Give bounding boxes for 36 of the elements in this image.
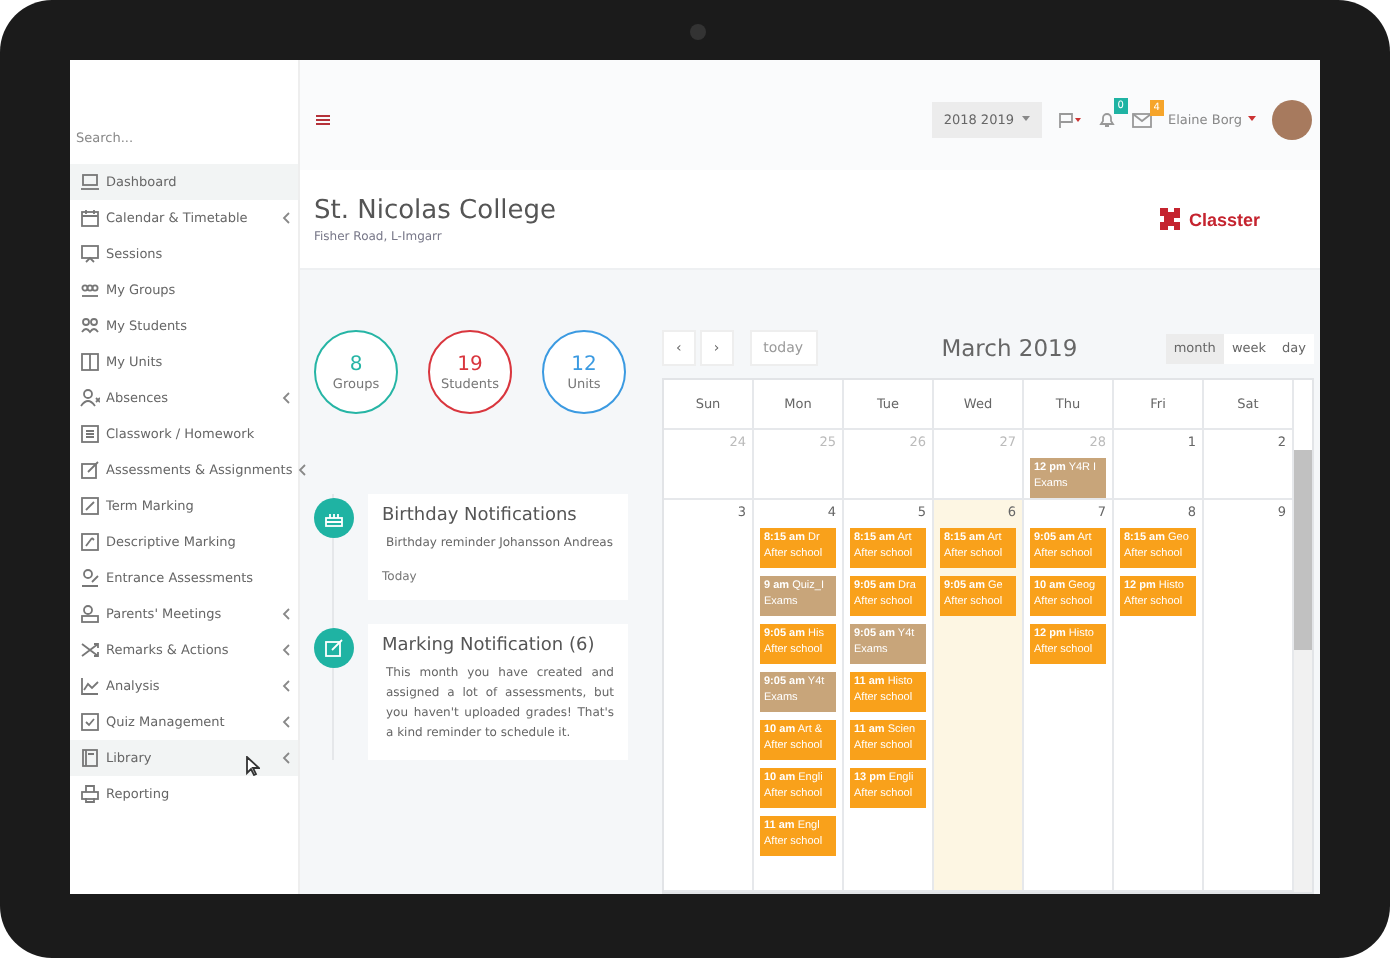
person-icon [80,568,100,588]
people-icon [80,316,100,336]
puzzle-logo-icon [1156,206,1183,232]
book-icon [80,748,100,768]
edit-icon [324,638,344,658]
caret-icon [1021,116,1030,122]
pencil-icon [80,460,100,480]
pencil-icon [80,532,100,552]
people-icon [80,280,100,300]
people-icon [80,604,100,624]
school-name: St. Nicolas College [314,195,557,227]
columns-icon [80,352,100,372]
list-icon [80,424,100,444]
chart-icon [80,676,100,696]
laptop-icon [80,172,100,192]
logo-text: Classter [1188,209,1260,229]
pencil-icon [80,496,100,516]
notification-title: Marking Notification (6) [382,636,597,656]
menu-icon[interactable] [316,113,330,125]
notification-title: Birthday Notifications [382,506,579,526]
scrollbar-thumb[interactable] [1294,450,1312,650]
mail-icon[interactable] [1131,111,1152,127]
avatar[interactable] [1272,99,1312,139]
checkbox-icon [80,712,100,732]
board-icon [80,244,100,264]
person-icon [80,388,100,408]
shuffle-icon [80,640,100,660]
calendar-title: March 2019 [941,334,1078,362]
cake-icon [324,508,344,528]
calendar-icon [80,208,100,228]
caret-icon [1248,116,1256,122]
cursor-icon [246,756,260,776]
camera-icon [690,24,706,40]
printer-icon [80,784,100,804]
flag-icon[interactable] [1057,111,1082,127]
bell-icon[interactable] [1097,110,1116,128]
